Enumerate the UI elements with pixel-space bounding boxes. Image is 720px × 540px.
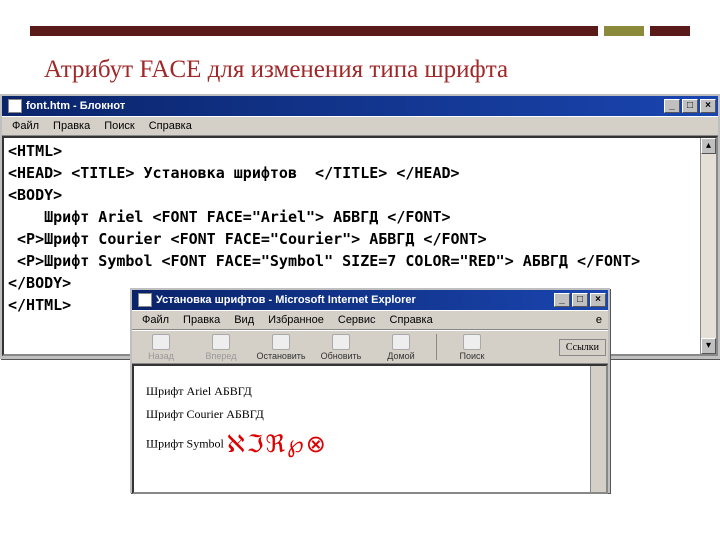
scrollbar-vertical[interactable]: ▴ ▾: [700, 138, 716, 354]
menu-file[interactable]: Файл: [136, 312, 175, 328]
menu-help[interactable]: Справка: [143, 118, 198, 134]
browser-viewport: Шрифт Ariel АБВГД Шрифт Courier АБВГД Шр…: [132, 364, 608, 494]
slide-decor: [30, 26, 690, 36]
scroll-down-icon[interactable]: ▾: [701, 338, 716, 354]
scroll-track[interactable]: [701, 154, 716, 338]
ie-window: Установка шрифтов - Microsoft Internet E…: [130, 288, 610, 493]
menu-search[interactable]: Поиск: [98, 118, 140, 134]
home-button[interactable]: Домой: [374, 334, 428, 361]
menu-view[interactable]: Вид: [228, 312, 260, 328]
refresh-icon: [332, 334, 350, 350]
menu-edit[interactable]: Правка: [47, 118, 96, 134]
refresh-button[interactable]: Обновить: [314, 334, 368, 361]
maximize-button[interactable]: □: [682, 99, 698, 113]
notepad-menubar: Файл Правка Поиск Справка: [2, 116, 718, 136]
home-icon: [392, 334, 410, 350]
menu-help[interactable]: Справка: [384, 312, 439, 328]
notepad-titlebar[interactable]: font.htm - Блокнот _ □ ×: [2, 96, 718, 116]
symbol-glyphs: ℵℑℜ℘⊗: [227, 432, 328, 458]
search-icon: [463, 334, 481, 350]
app-icon: [138, 293, 152, 307]
ie-toolbar: Назад Вперед Остановить Обновить Домой П…: [132, 330, 608, 364]
search-button[interactable]: Поиск: [445, 334, 499, 361]
close-button[interactable]: ×: [590, 293, 606, 307]
line3-prefix: Шрифт Symbol: [146, 436, 227, 450]
throbber-icon: e: [590, 312, 608, 328]
app-icon: [8, 99, 22, 113]
back-icon: [152, 334, 170, 350]
render-line-3: Шрифт Symbol ℵℑℜ℘⊗: [146, 430, 594, 459]
stop-button[interactable]: Остановить: [254, 334, 308, 361]
ie-titlebar[interactable]: Установка шрифтов - Microsoft Internet E…: [132, 290, 608, 310]
back-button[interactable]: Назад: [134, 334, 188, 361]
forward-icon: [212, 334, 230, 350]
minimize-button[interactable]: _: [554, 293, 570, 307]
menu-file[interactable]: Файл: [6, 118, 45, 134]
menu-edit[interactable]: Правка: [177, 312, 226, 328]
links-bar[interactable]: Ссылки: [559, 339, 606, 356]
ie-menubar: Файл Правка Вид Избранное Сервис Справка…: [132, 310, 608, 330]
menu-favorites[interactable]: Избранное: [262, 312, 330, 328]
close-button[interactable]: ×: [700, 99, 716, 113]
scroll-up-icon[interactable]: ▴: [701, 138, 716, 154]
scrollbar-vertical[interactable]: [590, 366, 606, 492]
toolbar-separator: [436, 334, 437, 360]
forward-button[interactable]: Вперед: [194, 334, 248, 361]
window-title: font.htm - Блокнот: [26, 100, 664, 112]
maximize-button[interactable]: □: [572, 293, 588, 307]
slide-title: Атрибут FACE для изменения типа шрифта: [44, 56, 508, 84]
render-line-1: Шрифт Ariel АБВГД: [146, 384, 594, 399]
window-title: Установка шрифтов - Microsoft Internet E…: [156, 294, 554, 306]
menu-tools[interactable]: Сервис: [332, 312, 382, 328]
minimize-button[interactable]: _: [664, 99, 680, 113]
render-line-2: Шрифт Courier АБВГД: [146, 407, 594, 422]
stop-icon: [272, 334, 290, 350]
